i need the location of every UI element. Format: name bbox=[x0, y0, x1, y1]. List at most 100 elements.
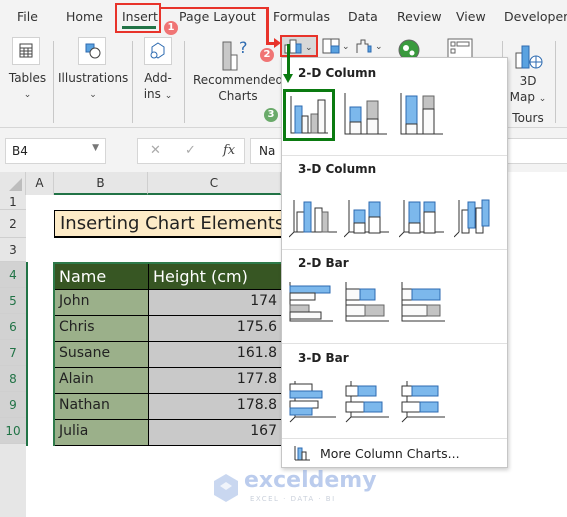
header-name[interactable]: Name bbox=[55, 264, 149, 290]
enter-icon[interactable]: ✓ bbox=[185, 143, 196, 158]
3d-100-stacked-column-option[interactable] bbox=[398, 190, 451, 242]
row-header-2[interactable]: 2 bbox=[0, 210, 26, 238]
row-header-7[interactable]: 7 bbox=[0, 340, 26, 366]
clustered-bar-option[interactable] bbox=[288, 280, 340, 332]
sheet-title-cell[interactable]: Inserting Chart Elements bbox=[54, 210, 294, 238]
cell-height[interactable]: 177.8 bbox=[149, 368, 282, 394]
column-header-c[interactable]: C bbox=[148, 172, 281, 195]
row-header-9[interactable]: 9 bbox=[0, 392, 26, 418]
tab-home[interactable]: Home bbox=[66, 9, 103, 24]
100-stacked-bar-icon bbox=[401, 282, 445, 322]
column-chart-button[interactable]: ⌄ bbox=[280, 35, 318, 57]
clustered-bar-icon bbox=[289, 282, 333, 322]
step-badge-3: 3 bbox=[264, 108, 278, 122]
3d-100-stacked-bar-option[interactable] bbox=[400, 379, 452, 431]
data-table: Name Height (cm) John 174 Chris 175.6 Susane… bbox=[53, 262, 293, 446]
cell-height[interactable]: 175.6 bbox=[149, 316, 282, 342]
insert-function-icon[interactable]: fx bbox=[223, 143, 235, 158]
tab-developer[interactable]: Developer bbox=[504, 9, 567, 24]
name-box-dropdown-icon[interactable]: ▼ bbox=[92, 143, 99, 153]
row-header-area bbox=[0, 444, 26, 517]
exceldemy-logo-icon bbox=[214, 474, 238, 502]
3d-100-stacked-bar-icon bbox=[401, 381, 445, 423]
stacked-column-icon bbox=[344, 93, 387, 135]
insert-tab-highlight bbox=[115, 3, 161, 33]
section-3d-column: 3-D Column bbox=[298, 162, 377, 176]
100-stacked-column-option[interactable] bbox=[398, 91, 450, 143]
cell-name[interactable]: John bbox=[55, 290, 149, 316]
tables-button[interactable] bbox=[12, 37, 40, 65]
3d-map-button[interactable] bbox=[512, 41, 546, 71]
waterfall-chart-icon: ⌄ bbox=[356, 39, 383, 53]
table-icon bbox=[19, 43, 33, 58]
3d-clustered-bar-icon bbox=[289, 381, 336, 423]
cell-name[interactable]: Alain bbox=[55, 368, 149, 394]
hierarchy-chart-button[interactable]: ⌄ bbox=[320, 36, 352, 56]
tab-review[interactable]: Review bbox=[397, 9, 442, 24]
row-header-5[interactable]: 5 bbox=[0, 288, 26, 314]
addins-label: Add- bbox=[144, 71, 172, 85]
3d-column-option[interactable] bbox=[453, 190, 506, 242]
row-header-8[interactable]: 8 bbox=[0, 366, 26, 392]
divider bbox=[282, 438, 507, 439]
step-badge-2: 2 bbox=[260, 48, 274, 62]
tab-data[interactable]: Data bbox=[348, 9, 378, 24]
cell-height[interactable]: 174 bbox=[149, 290, 282, 316]
name-box[interactable]: B4 ▼ bbox=[5, 138, 106, 164]
cell-name[interactable]: Susane bbox=[55, 342, 149, 368]
tab-page-layout[interactable]: Page Layout bbox=[179, 9, 256, 24]
tab-view[interactable]: View bbox=[456, 9, 486, 24]
select-all-corner[interactable] bbox=[0, 172, 26, 195]
recommended-charts-label-2[interactable]: Charts bbox=[193, 88, 283, 104]
more-column-charts-link[interactable]: More Column Charts... bbox=[292, 443, 502, 465]
cell-height[interactable]: 161.8 bbox=[149, 342, 282, 368]
clustered-column-option[interactable] bbox=[283, 89, 335, 141]
illustrations-button[interactable] bbox=[78, 37, 106, 65]
addins-label-2: ins ⌄ bbox=[138, 86, 178, 104]
divider bbox=[282, 343, 507, 344]
svg-text:⌄: ⌄ bbox=[305, 43, 313, 53]
row-header-1[interactable]: 1 bbox=[0, 195, 26, 210]
100-stacked-bar-option[interactable] bbox=[400, 280, 452, 332]
map-text: Map bbox=[509, 90, 535, 104]
stacked-bar-option[interactable] bbox=[344, 280, 396, 332]
3d-stacked-bar-icon bbox=[345, 381, 389, 423]
cancel-icon[interactable]: ✕ bbox=[150, 143, 161, 158]
cell-height[interactable]: 178.8 bbox=[149, 394, 282, 420]
tab-file[interactable]: File bbox=[17, 9, 38, 24]
recommended-charts-icon[interactable]: ? bbox=[218, 37, 258, 71]
3d-clustered-bar-option[interactable] bbox=[288, 379, 340, 431]
3d-stacked-bar-option[interactable] bbox=[344, 379, 396, 431]
row-header-6[interactable]: 6 bbox=[0, 314, 26, 340]
addins-button[interactable] bbox=[144, 37, 172, 65]
3d-clustered-column-option[interactable] bbox=[288, 190, 341, 242]
column-header-b[interactable]: B bbox=[54, 172, 148, 195]
column-header-a[interactable]: A bbox=[26, 172, 54, 195]
cell-name[interactable]: Nathan bbox=[55, 394, 149, 420]
chevron-down-icon: ⌄ bbox=[23, 90, 32, 100]
stacked-column-option[interactable] bbox=[342, 91, 394, 143]
3d-clustered-column-icon bbox=[288, 200, 337, 238]
tables-label: Tables bbox=[8, 71, 47, 85]
3d-map-label-2: Map ⌄ bbox=[508, 89, 548, 107]
cell-height[interactable]: 167 bbox=[149, 420, 282, 446]
tab-formulas[interactable]: Formulas bbox=[273, 9, 330, 24]
recommended-charts-label[interactable]: Recommended bbox=[193, 72, 283, 88]
section-3d-bar: 3-D Bar bbox=[298, 351, 349, 365]
waterfall-chart-button[interactable]: ⌄ bbox=[354, 36, 386, 56]
cell-name[interactable]: Julia bbox=[55, 420, 149, 446]
cell-name[interactable]: Chris bbox=[55, 316, 149, 342]
separator bbox=[53, 41, 54, 123]
3d-stacked-column-option[interactable] bbox=[343, 190, 396, 242]
exceldemy-watermark: exceldemy EXCEL · DATA · BI bbox=[212, 468, 377, 504]
header-height[interactable]: Height (cm) bbox=[149, 264, 282, 290]
row-header-4[interactable]: 4 bbox=[0, 262, 26, 288]
3d-map-icon bbox=[515, 45, 543, 69]
row-header-10[interactable]: 10 bbox=[0, 418, 26, 444]
svg-text:⌄: ⌄ bbox=[342, 42, 350, 52]
chevron-down-icon: ⌄ bbox=[538, 94, 547, 104]
svg-text:⌄: ⌄ bbox=[375, 42, 383, 52]
section-2d-bar: 2-D Bar bbox=[298, 256, 349, 270]
row-header-3[interactable]: 3 bbox=[0, 238, 26, 262]
watermark-tagline: EXCEL · DATA · BI bbox=[250, 495, 336, 503]
